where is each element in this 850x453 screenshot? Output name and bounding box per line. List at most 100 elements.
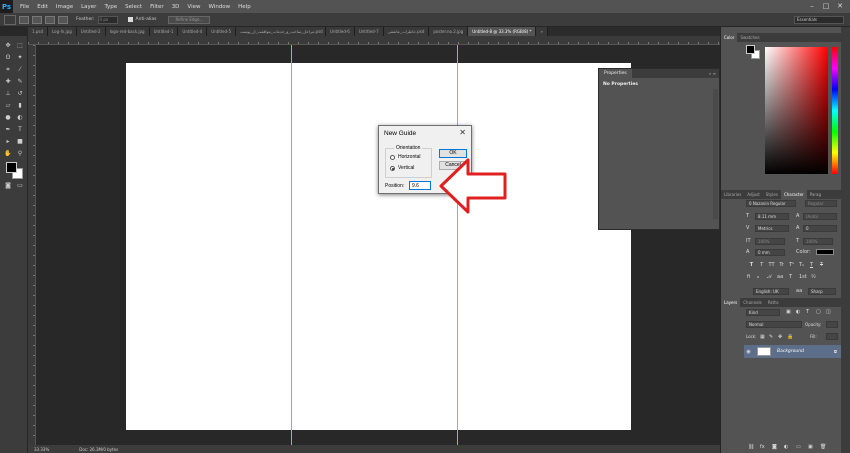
tabs-overflow-button[interactable]: » [536,27,548,36]
close-icon[interactable]: ✕ [459,128,466,137]
tab-properties[interactable]: Properties [599,69,632,78]
position-input[interactable] [409,181,431,190]
tab-document[interactable]: Untitled-2 [76,27,106,36]
screen-mode-icon[interactable]: ▭ [15,181,25,190]
menu-select[interactable]: Select [121,4,146,10]
shape-tool-icon[interactable]: ■ [15,137,25,146]
subscript-button[interactable]: T₁ [798,262,805,269]
minimize-icon[interactable]: – [806,0,818,13]
superscript-button[interactable]: T¹ [788,262,795,269]
vertical-label[interactable]: Vertical [398,165,414,171]
menu-edit[interactable]: Edit [33,4,52,10]
underline-button[interactable]: T [808,262,815,269]
trash-icon[interactable]: 🗑 [820,444,826,450]
font-size-input[interactable]: 8.11 mm [755,213,789,220]
lock-position-icon[interactable]: ✥ [778,334,782,340]
tab-character[interactable]: Character [780,190,807,199]
foreground-color-swatch[interactable] [6,162,17,173]
titling-icon[interactable]: T [789,274,792,280]
document-canvas[interactable] [126,63,631,430]
menu-help[interactable]: Help [234,4,255,10]
menu-type[interactable]: Type [100,4,121,10]
type-tool-icon[interactable]: T [15,125,25,134]
horizontal-label[interactable]: Horizontal [398,154,421,160]
refine-edge-button[interactable]: Refine Edge... [168,15,211,24]
new-selection-icon[interactable] [19,15,29,24]
menu-file[interactable]: File [16,4,33,10]
kerning-select[interactable]: Metrics [755,225,789,232]
pen-tool-icon[interactable]: ✒ [3,125,13,134]
tab-document[interactable]: poster.no.2.jpg [429,27,469,36]
faux-italic-button[interactable]: T [758,262,765,269]
alternates-icon[interactable]: aa [777,274,783,280]
anti-alias-checkbox[interactable] [127,17,133,22]
lock-all-icon[interactable]: 🔒 [787,334,793,340]
opacity-input[interactable] [826,321,838,328]
language-select[interactable]: English: UK [753,288,789,295]
crop-tool-icon[interactable]: ⌗ [3,65,13,74]
horizontal-scale-input[interactable]: 100% [803,238,833,245]
color-picker-field[interactable] [765,47,828,174]
new-group-icon[interactable]: ▭ [796,444,801,450]
vertical-radio[interactable] [390,166,395,171]
tab-active-document[interactable]: Untitled-8 @ 33.3% (RGB/8) * [468,27,537,36]
move-tool-icon[interactable]: ✥ [3,41,13,50]
menu-window[interactable]: Window [204,4,234,10]
intersect-selection-icon[interactable] [58,15,68,24]
path-selection-icon[interactable]: ▸ [3,137,13,146]
baseline-shift-input[interactable]: 0 mm [755,249,785,256]
fill-input[interactable] [826,333,838,340]
properties-scrollbar[interactable] [713,89,718,219]
swash-icon[interactable]: 𝒜 [767,274,772,280]
filter-type-icon[interactable]: T [806,309,809,315]
marquee-tool-icon[interactable]: ⬚ [15,41,25,50]
menu-filter[interactable]: Filter [146,4,168,10]
zoom-level[interactable]: 33.33% [34,447,49,452]
brush-tool-icon[interactable]: ✎ [15,77,25,86]
new-layer-icon[interactable]: ▣ [808,444,813,450]
filter-shape-icon[interactable]: ▢ [816,309,821,315]
tracking-input[interactable]: 0 [803,225,837,232]
color-panel-foreground-swatch[interactable] [746,45,755,54]
filter-smart-object-icon[interactable]: ◫ [826,309,831,315]
tab-document[interactable]: خاطرات_عاشقی.psd [383,27,430,36]
layer-style-icon[interactable]: fx [760,444,765,450]
menu-layer[interactable]: Layer [77,4,100,10]
tab-document[interactable]: مراحل_ساخت_و_خدمات_موافقت_از_پوست.psd [236,27,327,36]
magic-wand-icon[interactable]: ✦ [15,53,25,62]
quick-mask-icon[interactable]: ◙ [3,181,13,190]
tab-document[interactable]: Untitled-4 [178,27,208,36]
tab-libraries[interactable]: Libraries [721,190,744,199]
horizontal-radio[interactable] [390,155,395,160]
vertical-scale-input[interactable]: 100% [755,238,785,245]
ligatures-icon[interactable]: fi [747,274,750,280]
tab-adjustments[interactable]: Adjust [744,190,763,199]
tab-document[interactable]: Untitled-5 [207,27,237,36]
tab-paragraph[interactable]: Parag [807,190,824,199]
horizontal-ruler[interactable] [28,36,720,45]
eyedropper-icon[interactable]: ⁄ [15,65,25,74]
dodge-tool-icon[interactable]: ◐ [15,113,25,122]
layer-filter-select[interactable]: Kind [746,309,780,316]
close-icon[interactable]: ✕ [834,0,846,13]
layer-row-background[interactable]: ◉ Background ◘ [744,345,841,358]
filter-adjustment-icon[interactable]: ◐ [796,309,800,315]
tab-layers[interactable]: Layers [721,298,741,307]
subtract-selection-icon[interactable] [45,15,55,24]
eye-icon[interactable]: ◉ [744,349,753,355]
feather-input[interactable]: 0 px [97,15,118,24]
blur-tool-icon[interactable]: ● [3,113,13,122]
menu-view[interactable]: View [183,4,204,10]
menu-image[interactable]: Image [52,4,77,10]
vertical-ruler[interactable] [28,45,36,445]
lasso-tool-icon[interactable]: ʘ [3,53,13,62]
lock-pixels-icon[interactable]: ✎ [769,334,773,340]
blend-mode-select[interactable]: Normal [746,321,802,328]
text-color-swatch[interactable] [816,249,834,255]
font-family-select[interactable]: 0 Nazanin Regular [746,200,796,207]
menu-3d[interactable]: 3D [168,4,184,10]
small-caps-button[interactable]: Tr [778,262,785,269]
tab-document[interactable]: Untitled-6 [326,27,355,36]
lasso-tool-preset-icon[interactable] [4,14,16,25]
strikethrough-button[interactable]: T [818,262,825,269]
